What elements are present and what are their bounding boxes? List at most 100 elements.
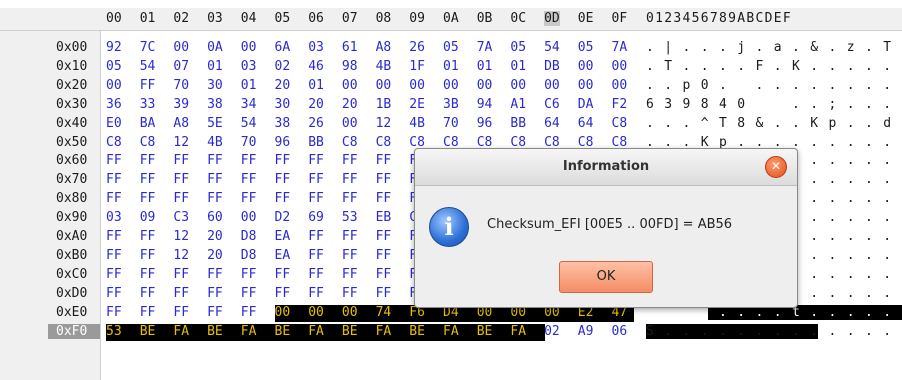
hex-byte[interactable]: FF [207, 153, 229, 170]
hex-byte[interactable]: FF [106, 248, 128, 265]
hex-byte[interactable]: 30 [275, 97, 297, 114]
hex-byte[interactable]: 0A [207, 40, 229, 57]
hex-byte[interactable]: FA [308, 323, 343, 341]
hex-byte[interactable]: FF [207, 191, 229, 208]
hex-byte[interactable]: 00 [612, 59, 634, 76]
hex-byte[interactable]: 00 [342, 116, 364, 133]
hex-byte[interactable]: 12 [173, 229, 195, 246]
hex-byte[interactable]: FF [106, 286, 128, 303]
hex-row[interactable]: 0x30 36 33 39 38 34 30 20 20 1B 2E 3B 94 A1 C6 DA F2 6 3 … [0, 97, 902, 115]
ascii-text[interactable]: . . . ^ T 8 & . . K p . . d d . [646, 116, 902, 131]
hex-byte[interactable]: 94 [477, 97, 499, 114]
hex-byte[interactable]: FF [376, 286, 398, 303]
hex-byte[interactable]: 01 [510, 59, 532, 76]
hex-byte[interactable]: 7A [612, 40, 634, 57]
hex-byte[interactable]: 05 [106, 59, 128, 76]
hex-byte[interactable]: FF [241, 153, 263, 170]
hex-byte[interactable]: C8 [376, 135, 398, 152]
ascii-text[interactable]: . T . . . . F . K . . . . . . . [646, 59, 902, 74]
hex-byte[interactable]: 96 [477, 116, 499, 133]
hex-byte[interactable]: FF [342, 153, 364, 170]
hex-byte[interactable]: 54 [241, 116, 263, 133]
hex-row[interactable]: 0x40 E0 BA A8 5E 54 38 26 00 12 4B 70 96 BB 64 64 C8 . . … [0, 116, 902, 134]
hex-row[interactable]: 0xF0 53 BE FA BE FA BE FA BE FA BE FA BE FA 02 A9 06 S . … [0, 323, 902, 342]
hex-byte[interactable]: 12 [376, 116, 398, 133]
hex-byte[interactable]: FF [140, 78, 162, 95]
hex-byte[interactable]: FF [140, 267, 162, 284]
hex-row[interactable]: 0x10 05 54 07 01 03 02 46 98 4B 1F 01 01 01 DB 00 00 . T … [0, 59, 902, 77]
hex-byte[interactable]: EB [376, 210, 398, 227]
hex-byte[interactable]: 00 [409, 78, 431, 95]
hex-byte[interactable]: 09 [140, 210, 162, 227]
hex-byte[interactable]: 38 [207, 97, 229, 114]
hex-byte[interactable]: 53 [342, 210, 364, 227]
hex-byte[interactable]: FF [342, 229, 364, 246]
hex-byte[interactable]: FA [443, 323, 478, 341]
hex-byte[interactable]: FF [140, 191, 162, 208]
hex-byte[interactable]: 1B [376, 97, 398, 114]
hex-byte[interactable]: FF [173, 153, 195, 170]
hex-byte[interactable]: FF [207, 305, 229, 322]
hex-byte[interactable]: FA [173, 323, 208, 341]
hex-byte[interactable]: 2E [409, 97, 431, 114]
hex-byte[interactable]: BE [274, 323, 309, 341]
ascii-text[interactable]: . | . . . j . a . & . z . T . z [646, 40, 902, 55]
hex-byte[interactable]: FF [207, 286, 229, 303]
hex-byte[interactable]: 4B [376, 59, 398, 76]
hex-byte[interactable]: 64 [544, 116, 566, 133]
hex-byte[interactable]: FF [308, 286, 330, 303]
hex-byte[interactable]: EA [275, 229, 297, 246]
hex-byte[interactable]: 20 [275, 78, 297, 95]
hex-byte[interactable]: E0 [106, 116, 128, 133]
hex-byte[interactable]: FF [342, 286, 364, 303]
hex-byte[interactable]: FF [308, 172, 330, 189]
hex-byte[interactable]: FF [275, 153, 297, 170]
hex-byte[interactable]: 30 [207, 78, 229, 95]
hex-byte[interactable]: 98 [342, 59, 364, 76]
ascii-text[interactable]: 6 3 9 8 4 0 . . ; . . . . . [646, 97, 902, 112]
hex-byte[interactable]: 33 [140, 97, 162, 114]
hex-byte[interactable]: 00 [612, 78, 634, 95]
hex-byte[interactable]: 61 [342, 40, 364, 57]
hex-byte[interactable]: 00 [341, 304, 377, 322]
hex-byte[interactable]: FF [342, 267, 364, 284]
hex-byte[interactable]: FF [275, 172, 297, 189]
hex-byte[interactable]: FF [106, 172, 128, 189]
hex-byte[interactable]: 74 [375, 304, 410, 322]
hex-byte[interactable]: 7C [140, 40, 162, 57]
hex-byte[interactable]: BE [409, 323, 444, 341]
hex-byte[interactable]: BE [341, 323, 377, 341]
hex-byte[interactable]: 38 [275, 116, 297, 133]
hex-byte[interactable]: FF [106, 191, 128, 208]
hex-byte[interactable]: BA [140, 116, 162, 133]
hex-byte[interactable]: 26 [409, 40, 431, 57]
hex-byte[interactable]: FF [140, 172, 162, 189]
hex-byte[interactable]: 46 [308, 59, 330, 76]
hex-byte[interactable]: FF [376, 229, 398, 246]
hex-byte[interactable]: C3 [173, 210, 195, 227]
hex-byte[interactable]: EA [275, 248, 297, 265]
hex-byte[interactable]: DA [578, 97, 600, 114]
hex-row[interactable]: 0x00 92 7C 00 0A 00 6A 03 61 A8 26 05 7A 05 54 05 7A . | … [0, 40, 902, 58]
hex-byte[interactable]: 4B [409, 116, 431, 133]
hex-byte[interactable]: 00 [443, 78, 465, 95]
hex-byte[interactable]: 00 [376, 78, 398, 95]
hex-byte[interactable]: C6 [544, 97, 566, 114]
hex-byte[interactable]: FF [106, 229, 128, 246]
hex-byte[interactable]: A8 [376, 40, 398, 57]
hex-byte[interactable]: 36 [106, 97, 128, 114]
hex-byte[interactable]: 70 [241, 135, 263, 152]
hex-byte[interactable]: 00 [106, 78, 128, 95]
hex-byte[interactable]: FF [241, 305, 263, 322]
hex-byte[interactable]: 7A [477, 40, 499, 57]
hex-byte[interactable]: 05 [578, 40, 600, 57]
hex-byte[interactable]: 70 [173, 78, 195, 95]
hex-byte[interactable]: 20 [207, 229, 229, 246]
hex-byte[interactable]: BE [139, 323, 174, 341]
hex-byte[interactable]: 64 [578, 116, 600, 133]
hex-byte[interactable]: C8 [612, 116, 634, 133]
hex-byte[interactable]: 05 [443, 40, 465, 57]
hex-byte[interactable]: FF [207, 267, 229, 284]
hex-byte[interactable]: FF [275, 286, 297, 303]
hex-byte[interactable]: BE [476, 323, 511, 341]
